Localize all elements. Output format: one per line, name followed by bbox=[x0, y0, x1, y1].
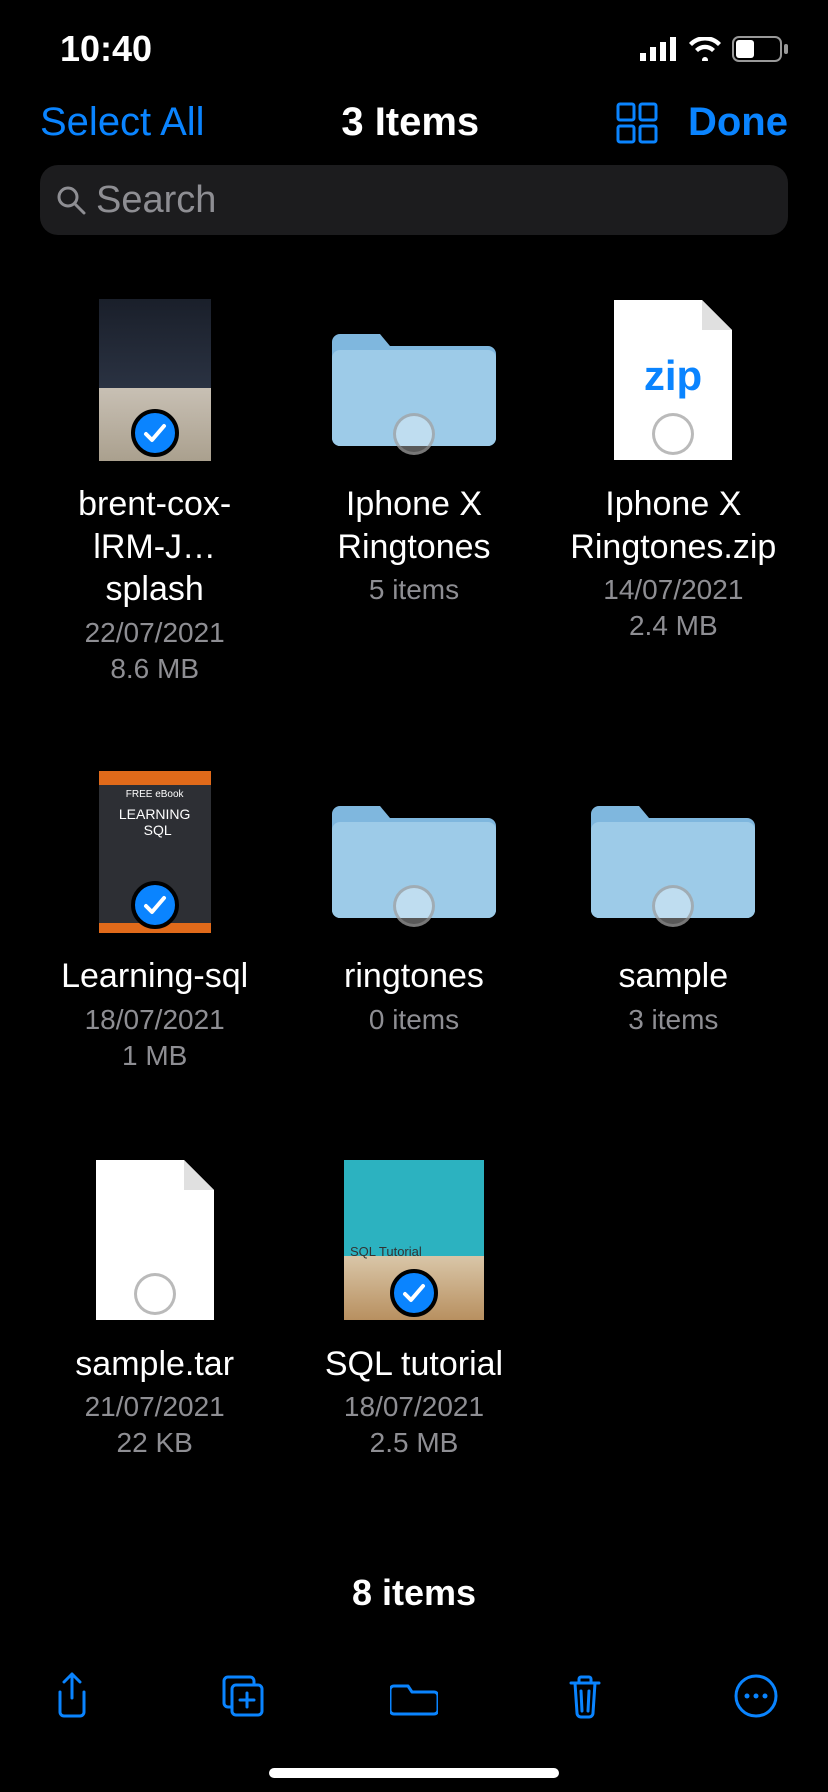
trash-icon bbox=[565, 1673, 605, 1719]
folder-count: 3 items bbox=[628, 1002, 718, 1038]
file-date: 21/07/2021 bbox=[85, 1389, 225, 1425]
folder-name: sample bbox=[619, 955, 729, 998]
folder-name: Iphone X Ringtones bbox=[309, 483, 519, 568]
grid-view-icon[interactable] bbox=[616, 102, 658, 144]
file-size: 22 KB bbox=[117, 1425, 193, 1461]
status-bar: 10:40 bbox=[0, 0, 828, 90]
delete-button[interactable] bbox=[561, 1672, 609, 1720]
file-date: 14/07/2021 bbox=[603, 572, 743, 608]
search-placeholder: Search bbox=[96, 179, 216, 222]
home-indicator[interactable] bbox=[269, 1768, 559, 1778]
select-all-button[interactable]: Select All bbox=[40, 100, 205, 145]
selected-check-icon[interactable] bbox=[131, 409, 179, 457]
file-grid: brent-cox-lRM-J…splash 22/07/2021 8.6 MB… bbox=[0, 235, 828, 1482]
folder-name: ringtones bbox=[344, 955, 484, 998]
selection-circle[interactable] bbox=[393, 413, 435, 455]
status-icons bbox=[640, 36, 788, 62]
more-button[interactable] bbox=[732, 1672, 780, 1720]
file-size: 2.5 MB bbox=[370, 1425, 459, 1461]
folder-count: 5 items bbox=[369, 572, 459, 608]
duplicate-icon bbox=[220, 1673, 266, 1719]
status-time: 10:40 bbox=[60, 28, 152, 70]
file-size: 1 MB bbox=[122, 1038, 187, 1074]
file-date: 18/07/2021 bbox=[344, 1389, 484, 1425]
file-item[interactable]: sample.tar 21/07/2021 22 KB bbox=[40, 1155, 269, 1462]
nav-bar: Select All 3 Items Done bbox=[0, 90, 828, 165]
file-item[interactable]: FREE eBook LEARNING SQL Learning-sql 18/… bbox=[40, 767, 269, 1074]
folder-item[interactable]: sample 3 items bbox=[559, 767, 788, 1074]
file-item[interactable]: zip Iphone X Ringtones.zip 14/07/2021 2.… bbox=[559, 295, 788, 687]
move-button[interactable] bbox=[390, 1672, 438, 1720]
wifi-icon bbox=[688, 37, 722, 61]
selection-circle[interactable] bbox=[393, 885, 435, 927]
folder-item[interactable]: ringtones 0 items bbox=[299, 767, 528, 1074]
share-icon bbox=[52, 1672, 92, 1720]
file-item[interactable]: brent-cox-lRM-J…splash 22/07/2021 8.6 MB bbox=[40, 295, 269, 687]
duplicate-button[interactable] bbox=[219, 1672, 267, 1720]
nav-title: 3 Items bbox=[341, 100, 479, 145]
file-name: sample.tar bbox=[75, 1343, 234, 1386]
file-name: Iphone X Ringtones.zip bbox=[568, 483, 778, 568]
file-size: 8.6 MB bbox=[110, 651, 199, 687]
item-count-summary: 8 items bbox=[0, 1572, 828, 1614]
file-item[interactable]: SQL Tutorial SQL tutorial 18/07/2021 2.5… bbox=[299, 1155, 528, 1462]
share-button[interactable] bbox=[48, 1672, 96, 1720]
cellular-icon bbox=[640, 37, 678, 61]
search-input[interactable]: Search bbox=[40, 165, 788, 235]
file-size: 2.4 MB bbox=[629, 608, 718, 644]
file-date: 18/07/2021 bbox=[85, 1002, 225, 1038]
selection-circle[interactable] bbox=[652, 413, 694, 455]
battery-icon bbox=[732, 36, 788, 62]
folder-move-icon bbox=[390, 1676, 438, 1716]
done-button[interactable]: Done bbox=[688, 100, 788, 145]
file-name: Learning-sql bbox=[61, 955, 248, 998]
file-date: 22/07/2021 bbox=[85, 615, 225, 651]
folder-item[interactable]: Iphone X Ringtones 5 items bbox=[299, 295, 528, 687]
more-icon bbox=[734, 1674, 778, 1718]
selected-check-icon[interactable] bbox=[390, 1269, 438, 1317]
selected-check-icon[interactable] bbox=[131, 881, 179, 929]
search-icon bbox=[56, 185, 86, 215]
file-name: SQL tutorial bbox=[325, 1343, 503, 1386]
folder-count: 0 items bbox=[369, 1002, 459, 1038]
svg-text:zip: zip bbox=[644, 352, 702, 399]
selection-circle[interactable] bbox=[652, 885, 694, 927]
selection-circle[interactable] bbox=[134, 1273, 176, 1315]
file-name: brent-cox-lRM-J…splash bbox=[50, 483, 260, 611]
